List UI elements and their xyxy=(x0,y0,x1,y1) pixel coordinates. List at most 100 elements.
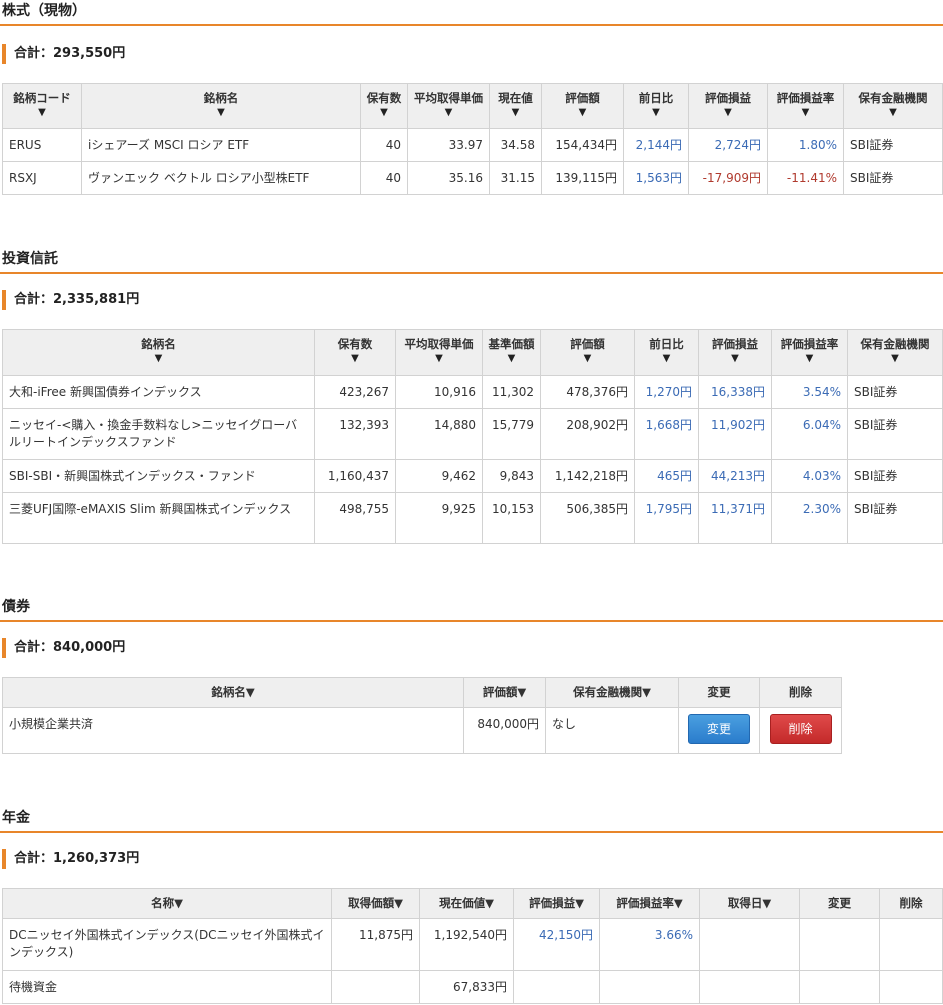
bonds-total: 合計：840,000円 xyxy=(2,638,125,658)
col-header[interactable]: 銘柄名▼ xyxy=(81,83,361,129)
edit-cell: 変更 xyxy=(678,707,760,754)
sort-desc-icon[interactable]: ▼ xyxy=(701,352,769,366)
fund-pl: 16,338円 xyxy=(698,375,772,409)
table-row: 小規模企業共済 840,000円 なし 変更 削除 xyxy=(2,707,842,754)
stock-price: 31.15 xyxy=(489,161,542,195)
col-header[interactable]: 平均取得単価 ▼ xyxy=(407,83,490,129)
col-header[interactable]: 保有金融機関▼ xyxy=(545,677,679,708)
pension-name: DCニッセイ外国株式インデックス(DCニッセイ外国株式インデックス) xyxy=(2,918,332,971)
stock-value: 154,434円 xyxy=(541,128,624,162)
stock-qty: 40 xyxy=(360,161,408,195)
sort-desc-icon[interactable]: ▼ xyxy=(5,352,312,366)
col-header[interactable]: 取得価額▼ xyxy=(331,888,420,919)
fund-nav: 11,302 xyxy=(482,375,541,409)
fund-change: 1,795円 xyxy=(634,492,699,544)
sort-desc-icon[interactable]: ▼ xyxy=(84,106,358,120)
stock-code: ERUS xyxy=(2,128,82,162)
table-row: ERUS iシェアーズ MSCI ロシア ETF 40 33.97 34.58 … xyxy=(2,128,943,162)
fund-change: 1,270円 xyxy=(634,375,699,409)
table-row: SBI-SBI・新興国株式インデックス・ファンド 1,160,437 9,462… xyxy=(2,459,943,493)
col-header[interactable]: 前日比 ▼ xyxy=(634,329,699,376)
sort-desc-icon[interactable]: ▼ xyxy=(774,352,845,366)
fund-qty: 423,267 xyxy=(314,375,396,409)
fund-change: 465円 xyxy=(634,459,699,493)
col-header[interactable]: 評価損益率▼ xyxy=(599,888,700,919)
edit-button[interactable]: 変更 xyxy=(688,714,750,744)
stock-avg: 35.16 xyxy=(407,161,490,195)
stock-plrate: -11.41% xyxy=(767,161,844,195)
col-header[interactable]: 保有数 ▼ xyxy=(314,329,396,376)
fund-value: 478,376円 xyxy=(540,375,635,409)
fund-inst: SBI証券 xyxy=(847,459,943,493)
sort-desc-icon[interactable]: ▼ xyxy=(485,352,538,366)
fund-nav: 9,843 xyxy=(482,459,541,493)
col-header[interactable]: 銘柄名▼ xyxy=(2,329,315,376)
fund-name: 大和-iFree 新興国債券インデックス xyxy=(2,375,315,409)
table-row: 待機資金 67,833円 xyxy=(2,970,943,1004)
fund-inst: SBI証券 xyxy=(847,375,943,409)
stock-qty: 40 xyxy=(360,128,408,162)
stock-inst: SBI証券 xyxy=(843,128,943,162)
table-row: 大和-iFree 新興国債券インデックス 423,267 10,916 11,3… xyxy=(2,375,943,409)
sort-desc-icon[interactable]: ▼ xyxy=(5,106,79,120)
stock-code: RSXJ xyxy=(2,161,82,195)
fund-pl: 11,371円 xyxy=(698,492,772,544)
sort-desc-icon[interactable]: ▼ xyxy=(691,106,765,120)
col-header[interactable]: 保有数 ▼ xyxy=(360,83,408,129)
fund-value: 1,142,218円 xyxy=(540,459,635,493)
sort-desc-icon[interactable]: ▼ xyxy=(637,352,696,366)
col-header[interactable]: 現在価値▼ xyxy=(419,888,514,919)
col-header[interactable]: 保有金融機関▼ xyxy=(847,329,943,376)
fund-pl: 44,213円 xyxy=(698,459,772,493)
bond-inst: なし xyxy=(545,707,679,754)
col-header: 削除 xyxy=(879,888,943,919)
col-header[interactable]: 評価損益▼ xyxy=(513,888,600,919)
stock-inst: SBI証券 xyxy=(843,161,943,195)
col-header[interactable]: 基準価額 ▼ xyxy=(482,329,541,376)
pension-current: 1,192,540円 xyxy=(419,918,514,971)
col-header[interactable]: 名称▼ xyxy=(2,888,332,919)
col-header[interactable]: 評価損益率▼ xyxy=(767,83,844,129)
fund-pl: 11,902円 xyxy=(698,408,772,460)
pension-date xyxy=(699,918,800,971)
col-header[interactable]: 現在値 ▼ xyxy=(489,83,542,129)
sort-desc-icon[interactable]: ▼ xyxy=(398,352,480,366)
sort-desc-icon[interactable]: ▼ xyxy=(544,106,621,120)
stock-plrate: 1.80% xyxy=(767,128,844,162)
fund-plrate: 6.04% xyxy=(771,408,848,460)
sort-desc-icon[interactable]: ▼ xyxy=(846,106,940,120)
sort-desc-icon[interactable]: ▼ xyxy=(410,106,487,120)
fund-inst: SBI証券 xyxy=(847,408,943,460)
sort-desc-icon[interactable]: ▼ xyxy=(543,352,632,366)
sort-desc-icon[interactable]: ▼ xyxy=(626,106,686,120)
pension-current: 67,833円 xyxy=(419,970,514,1004)
fund-name: 三菱UFJ国際-eMAXIS Slim 新興国株式インデックス xyxy=(2,492,315,544)
col-header[interactable]: 保有金融機関▼ xyxy=(843,83,943,129)
sort-desc-icon[interactable]: ▼ xyxy=(317,352,393,366)
pension-pl xyxy=(513,970,600,1004)
delete-button[interactable]: 削除 xyxy=(769,714,832,744)
sort-desc-icon[interactable]: ▼ xyxy=(363,106,405,120)
col-header[interactable]: 銘柄コード ▼ xyxy=(2,83,82,129)
pension-delete-cell xyxy=(879,970,943,1004)
sort-desc-icon[interactable]: ▼ xyxy=(770,106,841,120)
col-header[interactable]: 評価額▼ xyxy=(540,329,635,376)
table-row: RSXJ ヴァンエック ベクトル ロシア小型株ETF 40 35.16 31.1… xyxy=(2,161,943,195)
col-header[interactable]: 取得日▼ xyxy=(699,888,800,919)
section-title-bonds: 債券 xyxy=(0,596,943,622)
col-header[interactable]: 前日比 ▼ xyxy=(623,83,689,129)
col-header[interactable]: 銘柄名▼ xyxy=(2,677,464,708)
col-header: 変更 xyxy=(799,888,880,919)
sort-desc-icon[interactable]: ▼ xyxy=(492,106,539,120)
sort-desc-icon[interactable]: ▼ xyxy=(850,352,940,366)
stock-change: 2,144円 xyxy=(623,128,689,162)
col-header[interactable]: 平均取得単価 ▼ xyxy=(395,329,483,376)
stock-avg: 33.97 xyxy=(407,128,490,162)
pension-date xyxy=(699,970,800,1004)
col-header[interactable]: 評価損益率▼ xyxy=(771,329,848,376)
col-header[interactable]: 評価損益▼ xyxy=(688,83,768,129)
col-header[interactable]: 評価損益▼ xyxy=(698,329,772,376)
fund-change: 1,668円 xyxy=(634,408,699,460)
col-header[interactable]: 評価額▼ xyxy=(463,677,546,708)
col-header[interactable]: 評価額▼ xyxy=(541,83,624,129)
